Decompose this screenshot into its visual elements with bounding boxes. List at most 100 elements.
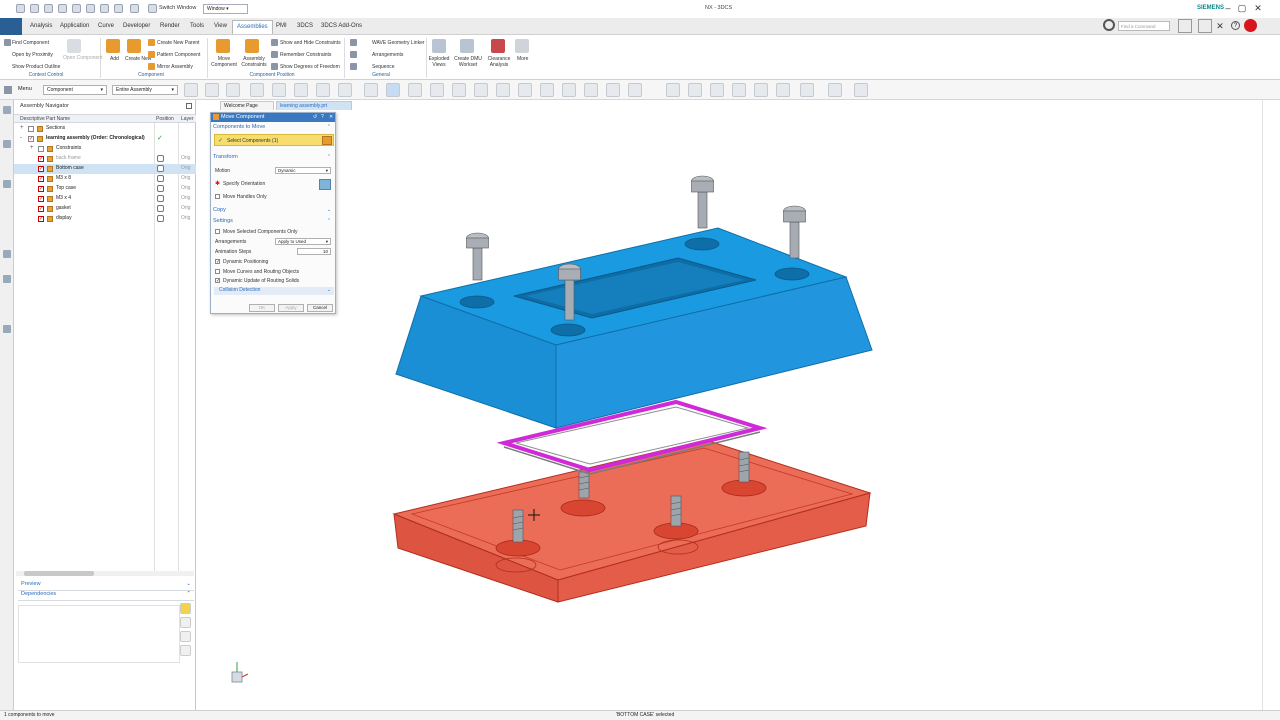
mirror-assembly-button[interactable]: Mirror Assembly [157, 64, 193, 70]
arrangements-dropdown[interactable]: Apply to Used ▾ [275, 238, 331, 245]
tab-pmi[interactable]: PMI [272, 20, 291, 34]
minimize-icon[interactable]: – [1222, 2, 1234, 14]
components-to-move-section[interactable]: Components to Move ⌃ [213, 124, 333, 132]
dialog-help-icon[interactable]: ? [321, 114, 324, 120]
tree-row[interactable]: ✓ Bottom case Orig [14, 164, 196, 174]
save-icon[interactable] [16, 4, 25, 13]
arc-center-icon[interactable] [518, 83, 532, 97]
display-icon[interactable] [828, 83, 842, 97]
scrollbar-thumb[interactable] [24, 571, 94, 576]
reuse-library-icon[interactable] [3, 250, 11, 258]
top-screw[interactable] [691, 175, 714, 229]
clearance-analysis-icon[interactable] [491, 39, 505, 53]
copy-section[interactable]: Copy ⌄ [213, 207, 333, 215]
motion-dropdown[interactable]: Dynamic ▾ [275, 167, 331, 174]
pan-icon[interactable] [710, 83, 724, 97]
clearance-analysis-button[interactable]: Clearance Analysis [486, 56, 512, 68]
tab-curve[interactable]: Curve [94, 20, 118, 34]
funnel-icon[interactable] [250, 83, 264, 97]
fit-icon[interactable] [666, 83, 680, 97]
move-component-icon[interactable] [216, 39, 230, 53]
add-component-icon[interactable] [106, 39, 120, 53]
dependency-back-icon[interactable] [180, 617, 191, 628]
orient-view-icon[interactable] [754, 83, 768, 97]
transform-section[interactable]: Transform ⌃ [213, 154, 333, 162]
tree-row[interactable]: + Sections [14, 124, 196, 134]
assembly-constraints-button[interactable]: Assembly Constraints [240, 56, 268, 68]
create-dmu-workset-icon[interactable] [460, 39, 474, 53]
select-components-field[interactable]: ✓ Select Components (1) [214, 134, 334, 146]
dependency-settings-icon[interactable] [180, 645, 191, 656]
tab-3dcs-add-ons[interactable]: 3DCS Add-Ons [317, 20, 366, 34]
ok-button[interactable]: OK [249, 304, 275, 312]
view-triad-icon[interactable] [231, 662, 249, 683]
create-dmu-workset-button[interactable]: Create DMU Workset [453, 56, 483, 68]
dialog-close-icon[interactable]: ✕ [329, 114, 333, 120]
exploded-views-icon[interactable] [432, 39, 446, 53]
cut-icon[interactable] [58, 4, 67, 13]
column-position[interactable]: Position [156, 116, 174, 122]
model-view[interactable] [198, 110, 1262, 710]
collapse-icon[interactable]: - [20, 135, 22, 141]
rotate-icon[interactable] [732, 83, 746, 97]
tab-learning-assembly[interactable]: learning assembly.prt [276, 101, 352, 110]
dynamic-positioning-checkbox[interactable]: ✓ [215, 259, 220, 265]
visibility-checkbox[interactable]: ✓ [38, 176, 44, 182]
render-style-icon[interactable] [776, 83, 790, 97]
arrangements-button[interactable]: Arrangements [372, 52, 403, 58]
specify-orientation-label[interactable]: Specify Orientation [223, 181, 265, 187]
pattern-component-button[interactable]: Pattern Component [157, 52, 200, 58]
add-button[interactable]: Add [110, 56, 119, 62]
visibility-checkbox[interactable] [38, 146, 44, 152]
move-component-button[interactable]: Move Component [211, 56, 237, 68]
navigator-scrollbar[interactable] [16, 571, 194, 576]
endpoint-snap-icon[interactable] [430, 83, 444, 97]
dynamic-update-checkbox[interactable]: ✓ [215, 278, 220, 284]
menu-icon[interactable] [4, 86, 12, 94]
cube-active-icon[interactable] [386, 83, 400, 97]
column-layer[interactable]: Layer [181, 116, 194, 122]
web-browser-icon[interactable] [3, 275, 11, 283]
filter-icon[interactable] [226, 83, 240, 97]
cube-icon[interactable] [364, 83, 378, 97]
zoom-icon[interactable] [688, 83, 702, 97]
help-icon[interactable]: ? [1231, 21, 1240, 30]
assembly-constraints-icon[interactable] [245, 39, 259, 53]
shape-icon[interactable] [294, 83, 308, 97]
tree-row[interactable]: + Constraints [14, 144, 196, 154]
more-button[interactable]: More [517, 56, 528, 62]
window-dropdown[interactable]: Window ▾ [203, 4, 248, 14]
point-snap-icon[interactable] [408, 83, 422, 97]
create-new-parent-button[interactable]: Create New Parent [157, 40, 200, 46]
select-component-icon[interactable] [322, 136, 332, 145]
bottom-screw[interactable] [738, 451, 750, 483]
tab-analysis[interactable]: Analysis [26, 20, 56, 34]
visibility-checkbox[interactable]: ✓ [38, 206, 44, 212]
visibility-checkbox[interactable]: ✓ [38, 196, 44, 202]
point-on-surface-icon[interactable] [606, 83, 620, 97]
control-point-icon[interactable] [474, 83, 488, 97]
close-icon[interactable]: ✕ [1252, 2, 1264, 14]
apply-button[interactable]: Apply [278, 304, 304, 312]
create-new-icon[interactable] [127, 39, 141, 53]
solid-icon[interactable] [316, 83, 330, 97]
tab-welcome-page[interactable]: Welcome Page [220, 101, 274, 110]
face-icon[interactable] [338, 83, 352, 97]
remember-constraints-button[interactable]: Remember Constraints [280, 52, 331, 58]
collision-detection-section[interactable]: Collision Detection ⌄ [214, 287, 334, 295]
paste-icon[interactable] [86, 4, 95, 13]
search-icon[interactable] [1103, 19, 1115, 31]
switch-window-icon[interactable] [148, 4, 157, 13]
top-case[interactable] [395, 227, 873, 429]
visibility-checkbox[interactable] [28, 126, 34, 132]
tree-row[interactable]: ✓ M3 x 4 Orig [14, 194, 196, 204]
exploded-views-button[interactable]: Exploded Views [428, 56, 450, 68]
tab-3dcs[interactable]: 3DCS [293, 20, 317, 34]
notification-icon[interactable] [1244, 19, 1257, 32]
undo-icon[interactable] [30, 4, 39, 13]
move-selected-only-checkbox[interactable] [215, 229, 220, 234]
orientation-icon[interactable] [319, 179, 331, 190]
intersection-icon[interactable] [496, 83, 510, 97]
sequence-button[interactable]: Sequence [372, 64, 395, 70]
move-handles-only-checkbox[interactable] [215, 194, 220, 199]
